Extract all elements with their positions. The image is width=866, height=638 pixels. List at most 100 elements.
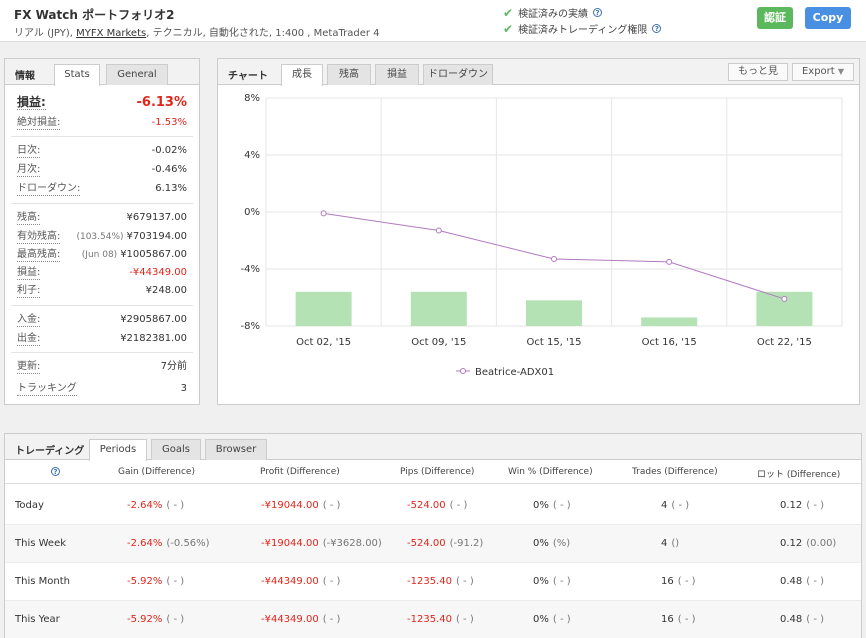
stat-label: 損益:	[17, 95, 46, 110]
stat-row: ドローダウン: 6.13%	[17, 181, 187, 197]
tab-general[interactable]: General	[106, 64, 168, 85]
x-tick-label: Oct 16, '15	[642, 337, 697, 348]
tab-stats[interactable]: Stats	[54, 64, 100, 86]
gain-cell: -5.92%( - )	[127, 614, 185, 625]
help-icon[interactable]: ?	[593, 8, 603, 17]
trades-cell: 4( - )	[661, 500, 690, 511]
info-tabs-bar: 情報 Stats General	[5, 59, 199, 86]
y-tick-label: 0%	[244, 207, 260, 218]
stat-row: 入金: ¥2905867.00	[17, 312, 187, 328]
period-label: Today	[15, 500, 44, 511]
period-label: This Month	[15, 576, 70, 587]
stat-value: -0.46%	[151, 164, 187, 175]
period-label: This Year	[15, 614, 60, 625]
header-pips: Pips (Difference)	[400, 467, 475, 477]
x-tick-label: Oct 15, '15	[526, 337, 581, 348]
trading-panel: トレーディング Periods Goals Browser ? Gain (Di…	[4, 433, 862, 638]
trading-panel-label: トレーディング	[15, 446, 85, 457]
chevron-down-icon: ▼	[837, 67, 845, 76]
trades-cell: 16( - )	[661, 614, 696, 625]
divider	[11, 305, 193, 306]
tab-drawdown[interactable]: ドローダウン	[423, 64, 493, 85]
profit-cell: -¥44349.00( - )	[261, 614, 341, 625]
profit-cell: -¥19044.00( - )	[261, 500, 341, 511]
series-point	[551, 256, 557, 263]
tab-browser[interactable]: Browser	[205, 439, 267, 460]
help-icon[interactable]: ?	[51, 467, 60, 476]
tab-growth[interactable]: 成長	[281, 64, 323, 86]
tab-goals[interactable]: Goals	[151, 439, 201, 460]
stat-value: ¥248.00	[145, 285, 187, 296]
tab-profit[interactable]: 損益	[375, 64, 419, 85]
trades-cell: 4()	[661, 538, 680, 549]
primary-action-button[interactable]: 認証	[757, 7, 793, 29]
verified-track-record: ✔ 検証済みの実績 ?	[503, 5, 603, 20]
divider	[11, 136, 193, 137]
bar	[295, 291, 352, 326]
legend-label: Beatrice-ADX01	[475, 367, 554, 378]
profit-cell: -¥44349.00( - )	[261, 576, 341, 587]
chart-tabs-bar: チャート 成長 残高 損益 ドローダウン もっと見 Export ▼	[218, 59, 859, 86]
stat-value: 7分前	[160, 361, 187, 372]
info-panel: 情報 Stats General 損益: -6.13% 絶対損益: -1.53% 日次:…	[4, 58, 200, 405]
bar	[526, 300, 582, 326]
chart-panel-label: チャート	[228, 71, 268, 82]
stat-value: (Jun 08) ¥1005867.00	[81, 249, 187, 260]
win-cell: 0%( - )	[533, 614, 571, 625]
tab-balance[interactable]: 残高	[327, 64, 371, 85]
help-icon[interactable]: ?	[652, 24, 662, 33]
x-tick-label: Oct 22, '15	[757, 337, 812, 348]
stat-value: -¥44349.00	[129, 267, 187, 278]
header-lots: ロット (Difference)	[757, 470, 841, 480]
pips-cell: -1235.40( - )	[407, 576, 474, 587]
stat-value: ¥679137.00	[126, 212, 187, 223]
gain-cell: -2.64% (-0.56%)	[127, 538, 210, 549]
table-row: Today -2.64%( - ) -¥19044.00( - ) -524.00( …	[5, 487, 861, 525]
bar	[641, 317, 698, 326]
header-gain: Gain (Difference)	[118, 467, 195, 477]
stat-label: 更新:	[17, 361, 41, 374]
stat-label: 最高残高:	[17, 249, 61, 262]
growth-chart: 8% 4% 0% -4% -8% Oct 02, '15 Oct 09, '15 Oct 15…	[241, 93, 843, 378]
stat-note: (103.54%)	[76, 232, 124, 242]
bar	[410, 291, 467, 326]
stat-value: ¥2905867.00	[120, 314, 187, 325]
gain-cell: -5.92%( - )	[127, 576, 185, 587]
series-point	[666, 258, 673, 265]
x-tick-label: Oct 09, '15	[411, 337, 466, 348]
header-trades: Trades (Difference)	[632, 467, 718, 477]
stat-value: -6.13%	[136, 95, 188, 110]
stat-label: 月次:	[17, 164, 41, 177]
stat-row: 月次: -0.46%	[17, 162, 187, 178]
stat-row: 残高: ¥679137.00	[17, 210, 187, 226]
gain-cell: -2.64%( - )	[127, 500, 185, 511]
stat-label: 損益:	[17, 267, 41, 280]
stat-value: 3	[180, 383, 187, 394]
stat-label: 利子:	[17, 285, 41, 298]
stat-row: 最高残高: (Jun 08) ¥1005867.00	[17, 247, 187, 263]
check-icon: ✔	[503, 21, 514, 36]
info-panel-label: 情報	[15, 71, 35, 82]
stat-label: 出金:	[17, 333, 41, 346]
copy-button[interactable]: Copy	[805, 7, 851, 29]
table-row: This Year -5.92%( - ) -¥44349.00( - ) -1235…	[5, 601, 861, 638]
stat-label: 日次:	[17, 145, 41, 158]
stat-row: 更新: 7分前	[17, 359, 187, 375]
period-label: This Week	[15, 538, 67, 549]
header-profit: Profit (Difference)	[260, 467, 340, 477]
stat-value: -1.53%	[151, 117, 187, 128]
broker-link[interactable]: MYFX Markets	[76, 28, 146, 39]
win-cell: 0%( - )	[533, 576, 571, 587]
verified-trading-privileges: ✔ 検証済みトレーディング権限 ?	[503, 21, 662, 36]
tab-periods[interactable]: Periods	[89, 439, 147, 461]
series-point	[435, 227, 442, 234]
y-tick-label: -8%	[241, 321, 260, 332]
more-button[interactable]: もっと見	[728, 63, 788, 81]
divider	[11, 203, 193, 204]
stat-label: 残高:	[17, 212, 41, 225]
stat-row: 利子: ¥248.00	[17, 283, 187, 299]
account-subtitle: リアル (JPY), MYFX Markets, テクニカル, 自動化された, …	[14, 28, 380, 39]
win-cell: 0% (%)	[533, 538, 571, 549]
y-tick-label: 8%	[244, 93, 260, 104]
export-button[interactable]: Export ▼	[792, 63, 854, 81]
